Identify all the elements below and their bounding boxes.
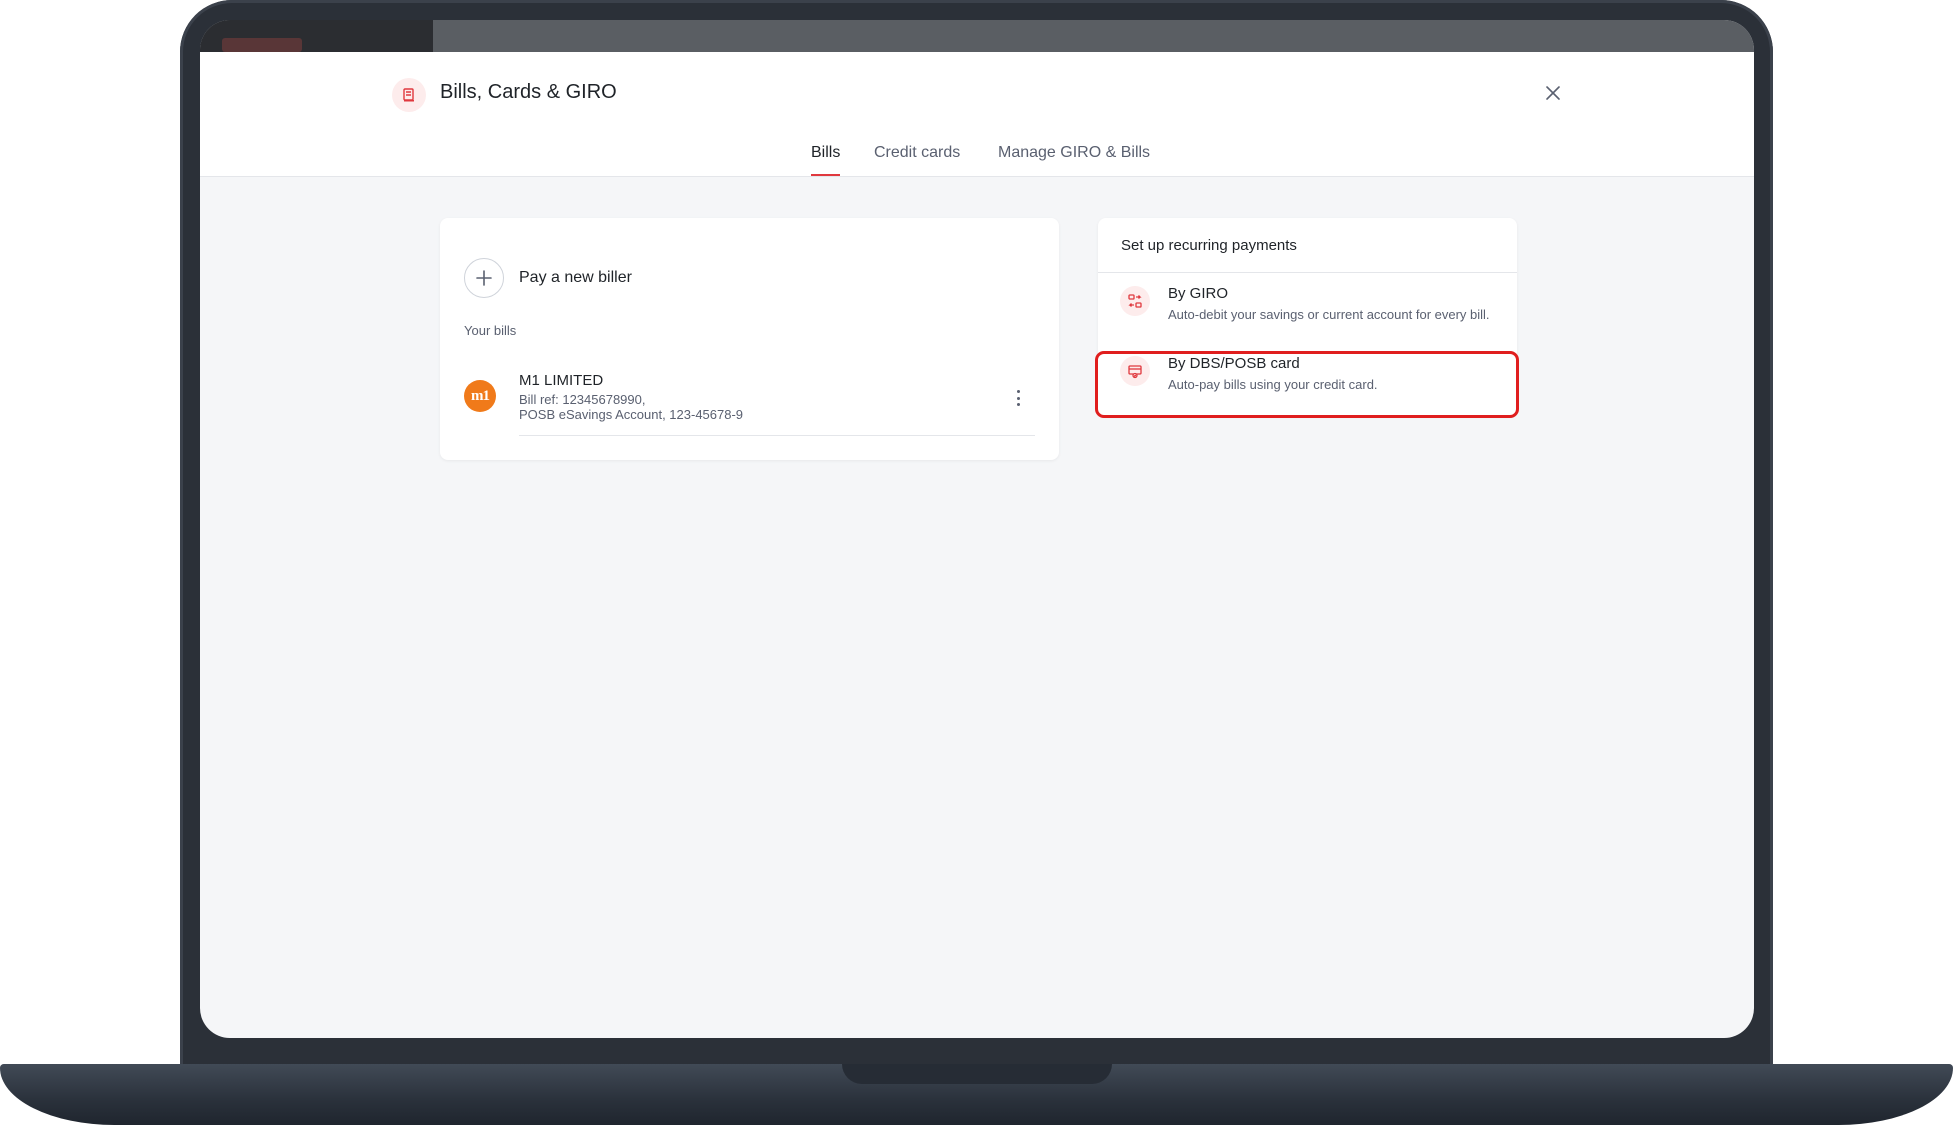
bill-divider xyxy=(519,435,1035,436)
option-giro-description: Auto-debit your savings or current accou… xyxy=(1168,307,1490,322)
pay-new-biller-link[interactable]: Pay a new biller xyxy=(519,269,632,287)
option-card-description: Auto-pay bills using your credit card. xyxy=(1168,377,1378,392)
tab-manage-giro-bills-label: Manage GIRO & Bills xyxy=(998,144,1151,161)
active-tab-indicator xyxy=(811,174,841,176)
recurring-title: Set up recurring payments xyxy=(1121,237,1297,254)
tab-manage-giro-bills[interactable]: Manage GIRO & Bills xyxy=(998,144,1150,162)
page-title: Bills, Cards & GIRO xyxy=(440,81,617,103)
card-icon xyxy=(1120,356,1150,386)
background-app-bar xyxy=(200,20,1754,52)
giro-transfer-icon xyxy=(1120,286,1150,316)
modal-header: Bills, Cards & GIRO Bills Credit cards M… xyxy=(200,52,1754,177)
option-by-card[interactable]: By DBS/POSB card Auto-pay bills using yo… xyxy=(1098,348,1517,412)
bill-icon xyxy=(392,78,426,112)
recurring-header: Set up recurring payments xyxy=(1098,218,1517,273)
more-options-icon[interactable] xyxy=(1010,387,1026,409)
bill-reference: Bill ref: 12345678990, xyxy=(519,392,646,407)
bill-list-item[interactable]: m1 M1 LIMITED Bill ref: 12345678990, POS… xyxy=(464,368,1034,444)
add-biller-button[interactable] xyxy=(464,258,504,298)
tab-bills-label: Bills xyxy=(811,144,841,161)
plus-icon xyxy=(476,270,492,286)
bills-card: Pay a new biller Your bills m1 M1 LIMITE… xyxy=(440,218,1059,460)
option-giro-title: By GIRO xyxy=(1168,285,1229,302)
bill-account: POSB eSavings Account, 123-45678-9 xyxy=(519,407,744,422)
your-bills-heading: Your bills xyxy=(464,323,517,338)
option-by-giro[interactable]: By GIRO Auto-debit your savings or curre… xyxy=(1098,276,1517,348)
background-logo xyxy=(222,38,302,52)
tab-bar: Bills Credit cards Manage GIRO & Bills xyxy=(200,134,1754,177)
biller-name: M1 LIMITED xyxy=(519,372,604,389)
tab-credit-cards[interactable]: Credit cards xyxy=(874,144,960,162)
laptop-notch xyxy=(842,1064,1112,1084)
close-icon xyxy=(1546,86,1560,100)
m1-logo: m1 xyxy=(464,380,496,412)
option-card-title: By DBS/POSB card xyxy=(1168,355,1300,372)
close-button[interactable] xyxy=(1540,80,1566,106)
m1-logo-text: m1 xyxy=(471,387,490,404)
screen: Bills, Cards & GIRO Bills Credit cards M… xyxy=(200,20,1754,1038)
tab-credit-cards-label: Credit cards xyxy=(874,144,961,161)
recurring-payments-card: Set up recurring payments By GIRO Auto-d… xyxy=(1098,218,1517,416)
tab-bills[interactable]: Bills xyxy=(811,144,841,176)
